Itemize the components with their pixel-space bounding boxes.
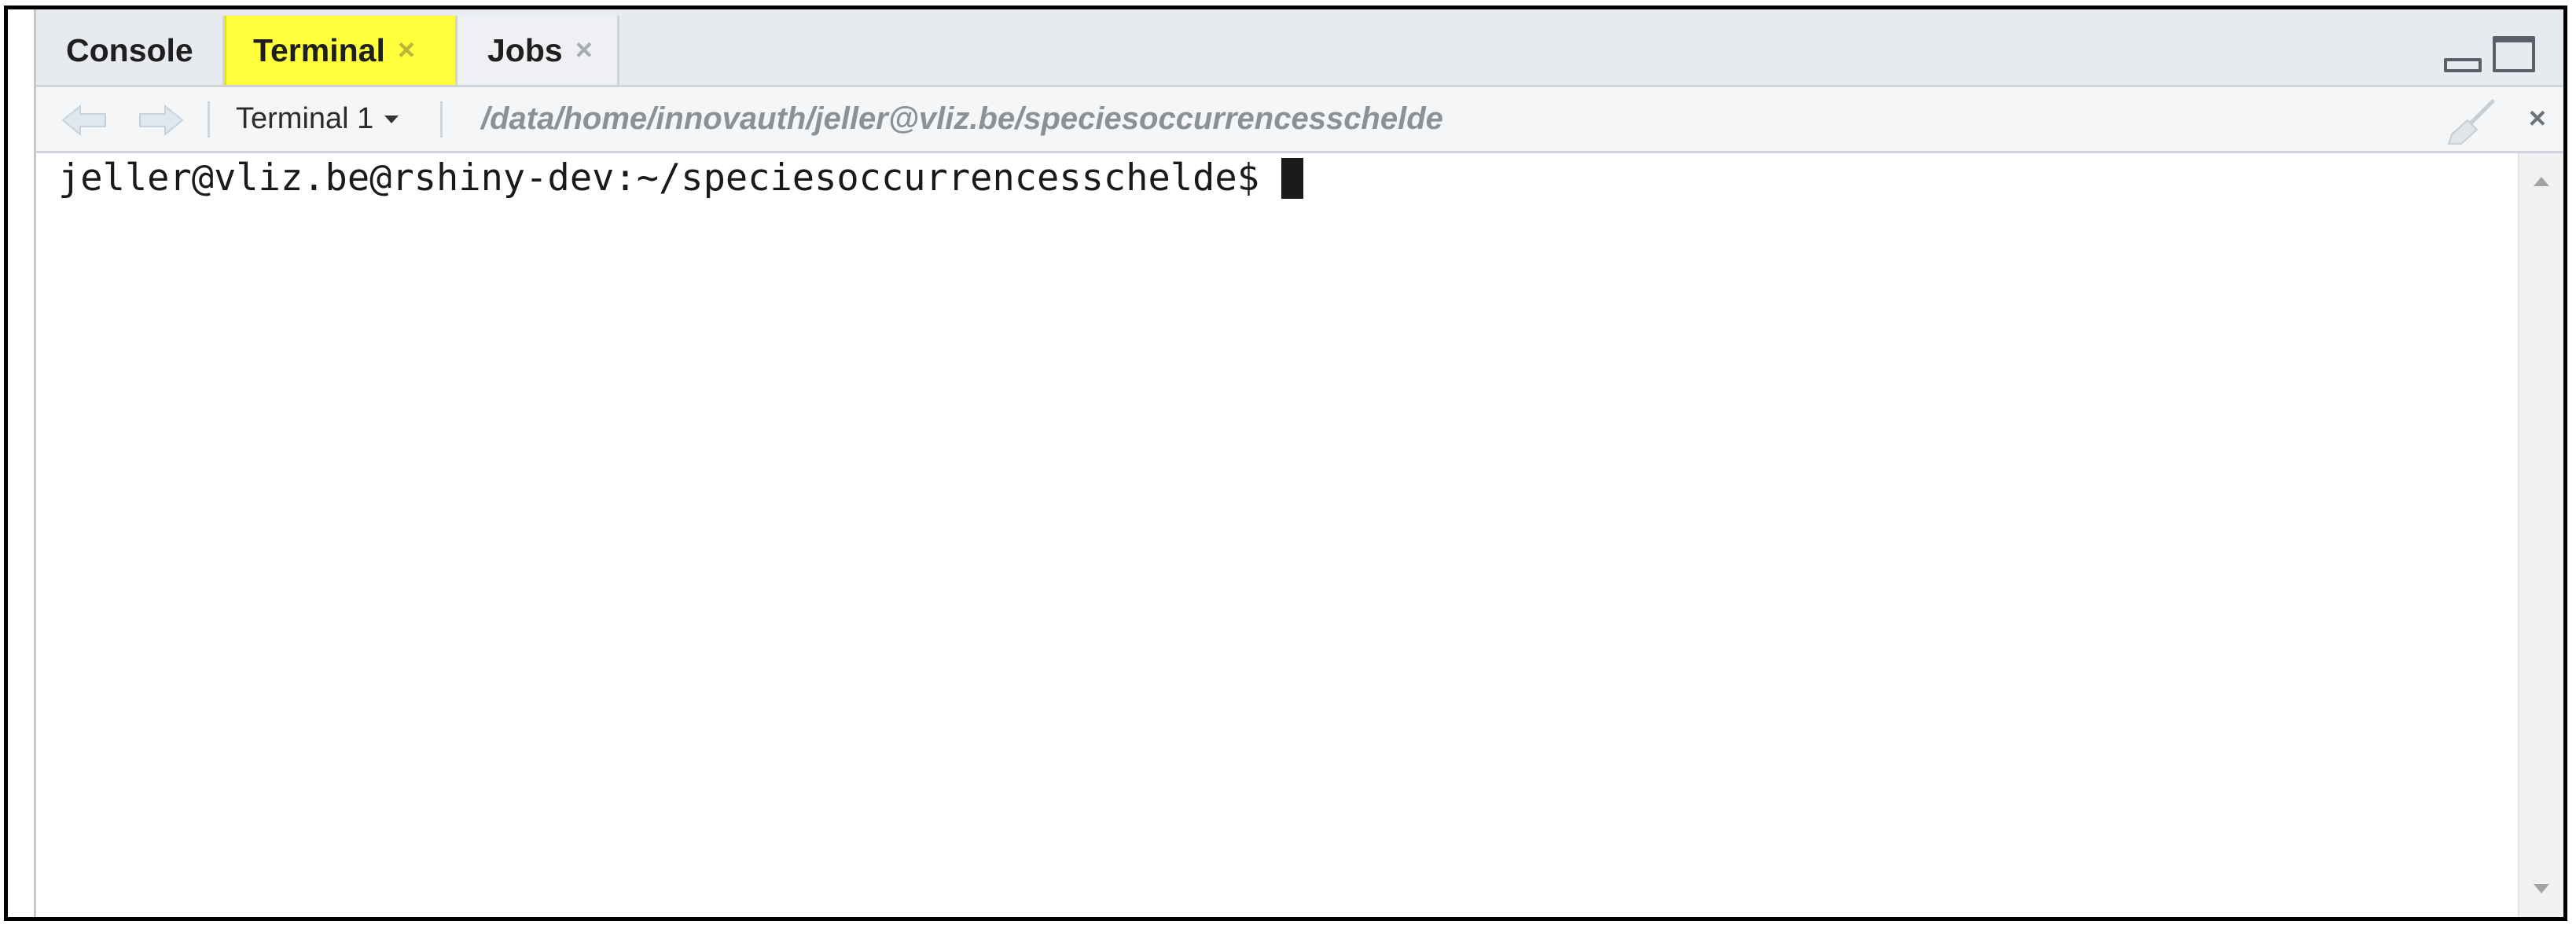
terminal-output[interactable]: jeller@vliz.be@rshiny-dev:~/speciesoccur… bbox=[36, 153, 2563, 917]
terminal-prompt: jeller@vliz.be@rshiny-dev:~/speciesoccur… bbox=[58, 156, 1260, 200]
tab-terminal-label: Terminal bbox=[253, 31, 385, 68]
working-directory-path: /data/home/innovauth/jeller@vliz.be/spec… bbox=[481, 101, 1443, 136]
vertical-scrollbar[interactable] bbox=[2518, 153, 2563, 917]
tab-terminal-close-icon[interactable]: × bbox=[398, 34, 415, 68]
tab-jobs-label: Jobs bbox=[487, 31, 563, 68]
terminal-select-label: Terminal 1 bbox=[236, 102, 374, 135]
terminal-cursor bbox=[1281, 157, 1304, 199]
rstudio-pane: Console Terminal × Jobs × Terminal 1 /da… bbox=[4, 6, 2567, 921]
toolbar-separator bbox=[440, 101, 443, 138]
terminal-toolbar: Terminal 1 /data/home/innovauth/jeller@v… bbox=[36, 87, 2563, 153]
terminal-select-dropdown[interactable]: Terminal 1 bbox=[236, 87, 399, 151]
terminal-prompt-line: jeller@vliz.be@rshiny-dev:~/speciesoccur… bbox=[58, 156, 1304, 200]
arrow-left-icon[interactable] bbox=[61, 105, 108, 136]
tab-jobs[interactable]: Jobs × bbox=[458, 16, 619, 85]
scroll-down-icon[interactable] bbox=[2534, 884, 2549, 893]
close-terminal-icon[interactable]: × bbox=[2529, 87, 2546, 151]
tab-console[interactable]: Console bbox=[36, 16, 225, 85]
tab-jobs-close-icon[interactable]: × bbox=[575, 34, 593, 68]
minimize-icon[interactable] bbox=[2444, 58, 2482, 72]
scroll-up-icon[interactable] bbox=[2534, 177, 2549, 186]
chevron-down-icon bbox=[384, 115, 399, 123]
maximize-icon[interactable] bbox=[2493, 36, 2535, 72]
tab-terminal[interactable]: Terminal × bbox=[225, 16, 458, 85]
arrow-right-icon[interactable] bbox=[137, 105, 184, 136]
tab-bar: Console Terminal × Jobs × bbox=[36, 9, 2563, 87]
toolbar-separator bbox=[208, 101, 210, 138]
window-controls bbox=[2444, 36, 2535, 72]
broom-icon[interactable] bbox=[2444, 98, 2499, 145]
tab-console-label: Console bbox=[66, 31, 193, 68]
